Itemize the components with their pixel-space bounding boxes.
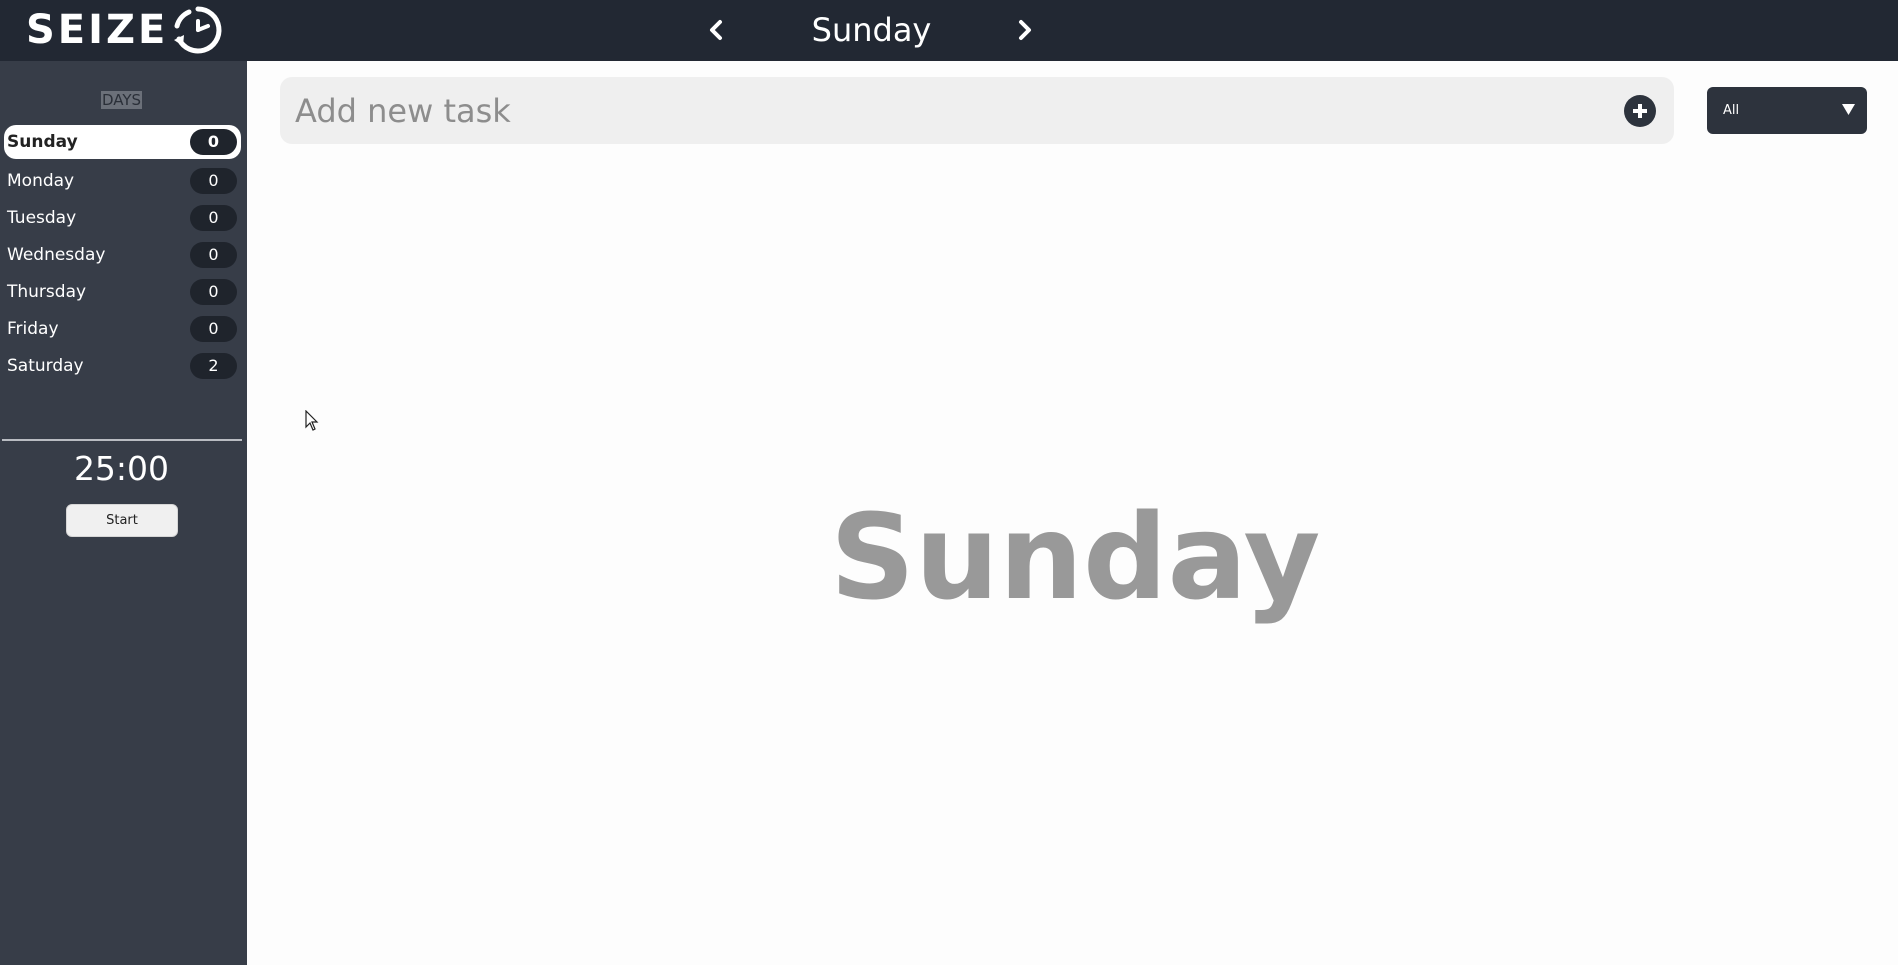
add-task-button[interactable] — [1624, 95, 1656, 127]
add-task-input[interactable] — [280, 77, 1600, 144]
day-label: Saturday — [7, 355, 84, 376]
day-label: Thursday — [7, 281, 87, 302]
sidebar-item-saturday[interactable]: Saturday 2 — [4, 347, 241, 384]
add-task-bar — [280, 77, 1674, 144]
day-label: Monday — [7, 170, 75, 191]
sidebar-item-friday[interactable]: Friday 0 — [4, 310, 241, 347]
start-timer-button[interactable]: Start — [66, 504, 178, 537]
day-label: Wednesday — [7, 244, 106, 265]
day-count-badge: 0 — [190, 315, 237, 342]
task-filter-select[interactable]: All — [1707, 87, 1867, 134]
sidebar-item-monday[interactable]: Monday 0 — [4, 162, 241, 199]
day-count-badge: 0 — [190, 278, 237, 305]
chevron-right-icon — [1019, 20, 1031, 40]
day-count-badge: 0 — [190, 167, 237, 194]
day-count-badge: 0 — [190, 241, 237, 268]
chevron-left-icon — [710, 20, 722, 40]
day-count-badge: 0 — [190, 129, 237, 155]
day-count-badge: 0 — [190, 204, 237, 231]
current-day-watermark: Sunday — [830, 488, 1321, 626]
clock-icon — [174, 6, 222, 54]
app-logo[interactable]: SEIZE — [26, 4, 224, 56]
sidebar-item-tuesday[interactable]: Tuesday 0 — [4, 199, 241, 236]
mouse-cursor-icon — [305, 410, 319, 431]
sidebar-item-sunday[interactable]: Sunday 0 — [4, 125, 241, 159]
plus-circle-icon — [1633, 104, 1647, 118]
filter-selected-value: All — [1723, 103, 1740, 118]
day-label: Sunday — [7, 132, 78, 152]
previous-day-button[interactable] — [700, 12, 732, 48]
day-list: Sunday 0 Monday 0 Tuesday 0 Wednesday 0 … — [0, 125, 243, 384]
top-bar: SEIZE Sunday — [0, 0, 1898, 61]
logo-text: SEIZE — [26, 7, 169, 53]
sidebar-item-wednesday[interactable]: Wednesday 0 — [4, 236, 241, 273]
day-count-badge: 2 — [190, 352, 237, 379]
pomodoro-timer: 25:00 — [73, 449, 170, 488]
days-heading: DAYS — [0, 91, 243, 109]
sidebar-item-thursday[interactable]: Thursday 0 — [4, 273, 241, 310]
days-heading-label: DAYS — [100, 91, 143, 109]
sidebar: DAYS Sunday 0 Monday 0 Tuesday 0 Wednesd… — [0, 61, 247, 965]
next-day-button[interactable] — [1009, 12, 1041, 48]
day-label: Friday — [7, 318, 59, 339]
caret-down-icon — [1842, 104, 1855, 115]
sidebar-divider — [2, 439, 242, 441]
page-title: Sunday — [811, 11, 932, 49]
day-label: Tuesday — [7, 207, 77, 228]
